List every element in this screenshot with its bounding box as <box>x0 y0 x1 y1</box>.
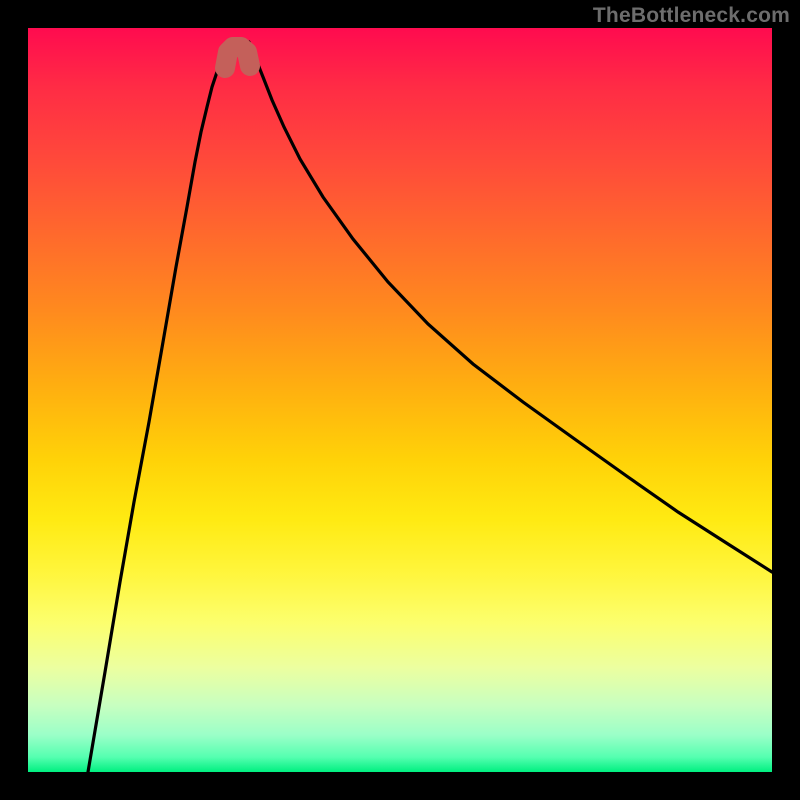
chart-frame: TheBottleneck.com <box>0 0 800 800</box>
chart-svg <box>28 28 772 772</box>
curve-right <box>249 42 772 572</box>
curve-left <box>88 42 229 772</box>
watermark-text: TheBottleneck.com <box>593 4 790 28</box>
plot-area <box>28 28 772 772</box>
curve-dip-marker <box>225 47 250 68</box>
